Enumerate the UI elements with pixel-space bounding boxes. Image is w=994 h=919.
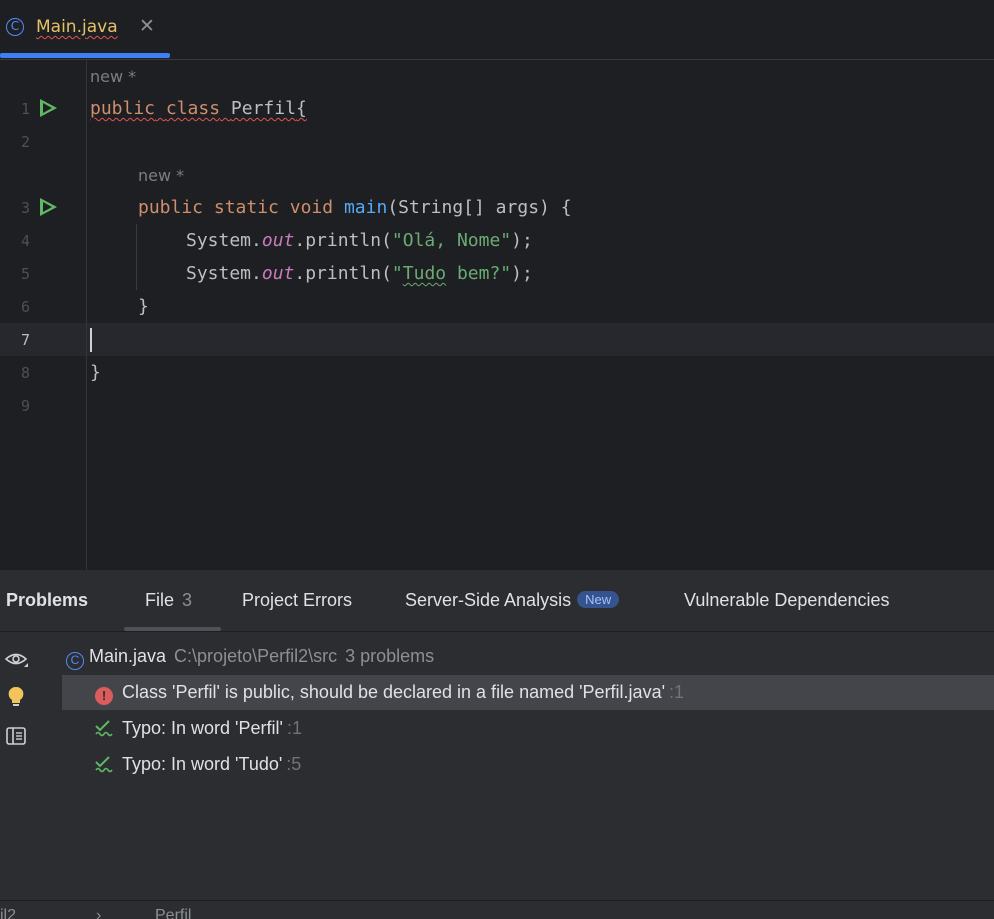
run-class-icon[interactable]	[40, 99, 57, 117]
line-number: 9	[20, 397, 30, 415]
breadcrumb-item[interactable]: il2	[0, 907, 16, 919]
code-line-5: System.out.println("Tudo bem?");	[186, 263, 533, 284]
problem-line: :1	[286, 718, 302, 738]
tab-file-count: 3	[182, 590, 193, 610]
java-class-icon: C	[6, 18, 24, 36]
problem-text: Typo: In word 'Tudo'	[122, 754, 283, 774]
line-number: 2	[20, 133, 30, 151]
problem-line: :5	[286, 754, 302, 774]
gutter-divider	[86, 60, 87, 570]
tab-file[interactable]: File 3	[145, 590, 192, 611]
java-class-icon: C	[66, 652, 84, 670]
problems-panel: Problems File 3 Project Errors Server-Sid…	[0, 570, 994, 918]
panel-title: Problems	[6, 590, 89, 610]
line-number: 6	[20, 298, 30, 316]
tab-vulnerable-dependencies[interactable]: Vulnerable Dependencies	[684, 590, 889, 611]
problem-file-node[interactable]: C Main.java C:\projeto\Perfil2\src 3 proble…	[66, 646, 434, 670]
code-line-6: }	[138, 296, 149, 317]
codevision-hint[interactable]: new *	[138, 166, 184, 185]
typo-check-icon	[95, 756, 113, 773]
codevision-hint[interactable]: new *	[90, 67, 136, 86]
active-panel-tab-indicator	[124, 627, 221, 631]
code-editor[interactable]: 1 2 3 4 5 6 7 8 9 new * new * public cla…	[0, 60, 994, 570]
tab-main-java[interactable]: C Main.java ✕	[0, 0, 170, 59]
code-line-8: }	[90, 362, 101, 383]
text-caret	[90, 328, 92, 352]
tab-file-label: File	[145, 590, 175, 610]
file-path: C:\projeto\Perfil2\src	[174, 646, 338, 666]
error-icon: !	[95, 687, 113, 705]
problem-text: Class 'Perfil' is public, should be decl…	[122, 682, 666, 702]
problem-item[interactable]: Typo: In word 'Tudo':5	[95, 754, 301, 775]
preview-panel-icon[interactable]	[4, 724, 28, 748]
typo-check-icon	[95, 720, 113, 737]
problem-item[interactable]: ! Class 'Perfil' is public, should be dec…	[95, 682, 684, 705]
panel-side-toolbar	[0, 632, 40, 892]
active-tab-indicator	[0, 53, 170, 58]
new-badge: New	[577, 591, 620, 608]
indent-guide	[136, 224, 137, 290]
problem-count: 3 problems	[345, 646, 435, 666]
line-number: 4	[20, 232, 30, 250]
lightbulb-icon[interactable]	[4, 685, 28, 709]
code-line-3: public static void main(String[] args) {	[138, 197, 572, 218]
line-number: 3	[20, 199, 30, 217]
status-bar-breadcrumb: il2 › Perfil	[0, 900, 994, 919]
code-line-1: public class Perfil{	[90, 98, 307, 119]
eye-icon[interactable]	[4, 647, 28, 671]
code-line-4: System.out.println("Olá, Nome");	[186, 230, 533, 251]
tab-project-errors[interactable]: Project Errors	[242, 590, 352, 611]
file-name: Main.java	[89, 646, 167, 666]
line-number: 1	[20, 100, 30, 118]
tab-server-side-label: Server-Side Analysis	[405, 590, 572, 610]
breadcrumb-separator: ›	[96, 907, 102, 919]
editor-tab-bar: C Main.java ✕	[0, 0, 994, 60]
tab-label: Main.java	[36, 17, 118, 37]
tab-server-side-analysis[interactable]: Server-Side Analysis New	[405, 590, 620, 611]
problem-text: Typo: In word 'Perfil'	[122, 718, 283, 738]
line-number: 5	[20, 265, 30, 283]
panel-tab-bar: Problems File 3 Project Errors Server-Sid…	[0, 570, 994, 632]
problem-line: :1	[669, 682, 685, 702]
problem-item[interactable]: Typo: In word 'Perfil':1	[95, 718, 302, 739]
current-line-highlight	[0, 323, 994, 356]
close-tab-icon[interactable]: ✕	[139, 15, 155, 37]
run-main-icon[interactable]	[40, 198, 57, 216]
line-number: 8	[20, 364, 30, 382]
line-number: 7	[20, 331, 30, 349]
breadcrumb-item[interactable]: Perfil	[155, 907, 191, 919]
